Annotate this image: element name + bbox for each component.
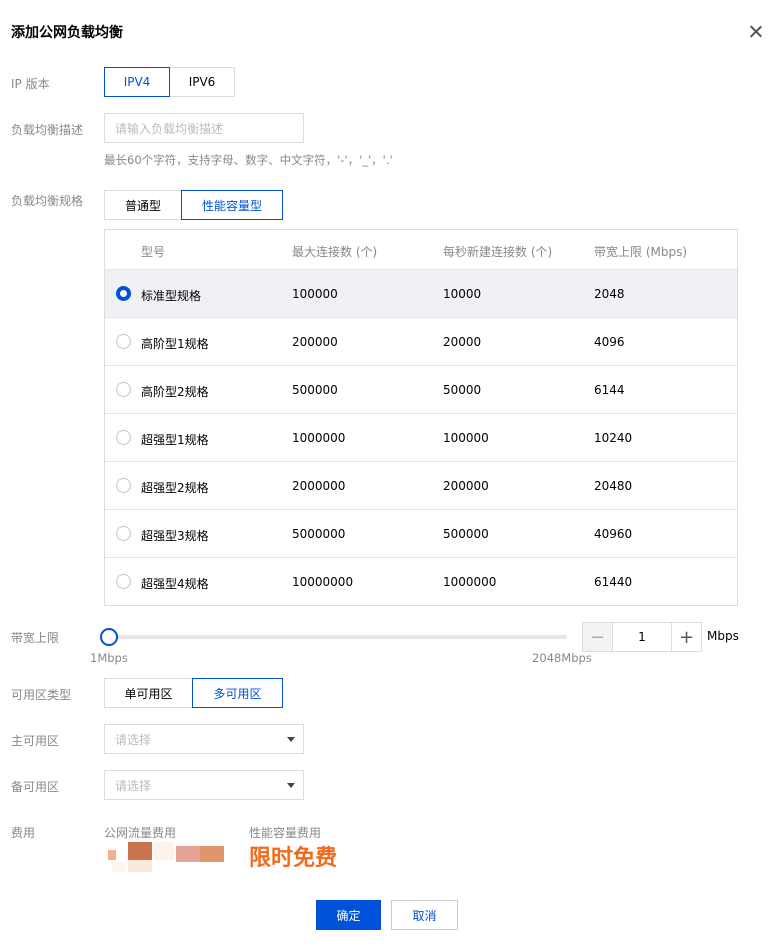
confirm-button[interactable]: 确定 [316, 900, 381, 930]
row-max-conn: 2000000 [292, 479, 346, 493]
row-model: 超强型3规格 [141, 529, 209, 543]
table-row[interactable]: 超强型4规格 10000000 1000000 61440 [105, 558, 737, 606]
row-max-conn: 5000000 [292, 527, 346, 541]
close-icon[interactable] [748, 24, 764, 40]
radio-button[interactable] [116, 478, 131, 493]
spec-label: 负载均衡规格 [11, 194, 84, 208]
bandwidth-max-label: 2048Mbps [532, 651, 592, 665]
row-bandwidth: 40960 [594, 527, 633, 541]
ip-version-ipv6-option[interactable]: IPV6 [169, 67, 235, 97]
row-new-conn: 10000 [443, 287, 482, 301]
description-hint: 最长60个字符，支持字母、数字、中文字符，'-'，'_'，'.' [104, 153, 393, 167]
table-row[interactable]: 超强型2规格 2000000 200000 20480 [105, 462, 737, 510]
row-bandwidth: 2048 [594, 287, 625, 301]
decrement-button[interactable]: − [583, 623, 613, 651]
row-max-conn: 500000 [292, 383, 338, 397]
spec-normal-option[interactable]: 普通型 [104, 190, 182, 220]
row-model: 标准型规格 [141, 289, 202, 303]
column-header-bandwidth: 带宽上限 (Mbps) [594, 245, 688, 259]
row-model: 超强型2规格 [141, 481, 209, 495]
row-bandwidth: 6144 [594, 383, 625, 397]
row-bandwidth: 20480 [594, 479, 633, 493]
backup-az-placeholder: 请选择 [115, 778, 152, 793]
table-row[interactable]: 标准型规格 100000 10000 2048 [105, 270, 737, 318]
row-max-conn: 100000 [292, 287, 338, 301]
description-input[interactable]: 请输入负载均衡描述 [104, 113, 304, 143]
row-model: 高阶型1规格 [141, 337, 209, 351]
column-header-model: 型号 [141, 245, 166, 259]
az-single-option[interactable]: 单可用区 [104, 678, 193, 708]
traffic-fee-label: 公网流量费用 [104, 826, 177, 840]
bandwidth-slider-handle[interactable] [100, 628, 118, 646]
radio-button[interactable] [116, 382, 131, 397]
radio-button[interactable] [116, 526, 131, 541]
primary-az-placeholder: 请选择 [115, 732, 152, 747]
az-type-selector: 单可用区 多可用区 [104, 678, 283, 708]
description-label: 负载均衡描述 [11, 123, 84, 137]
table-row[interactable]: 高阶型1规格 200000 20000 4096 [105, 318, 737, 366]
radio-button[interactable] [116, 430, 131, 445]
radio-button[interactable] [116, 334, 131, 349]
ip-version-selector: IPV4 IPV6 [104, 67, 235, 97]
az-type-label: 可用区类型 [11, 688, 72, 702]
redacted-price-image [104, 842, 226, 872]
ip-version-label: IP 版本 [11, 77, 50, 91]
bandwidth-value-input[interactable]: 1 [613, 623, 671, 651]
bandwidth-label: 带宽上限 [11, 631, 60, 645]
bandwidth-slider-track[interactable] [109, 635, 567, 639]
radio-button[interactable] [116, 286, 131, 301]
table-header: 型号 最大连接数 (个) 每秒新建连接数 (个) 带宽上限 (Mbps) [105, 230, 737, 270]
capacity-fee-value: 限时免费 [249, 846, 338, 871]
radio-button[interactable] [116, 574, 131, 589]
bandwidth-unit: Mbps [707, 629, 739, 643]
spec-type-selector: 普通型 性能容量型 [104, 190, 283, 220]
spec-table: 型号 最大连接数 (个) 每秒新建连接数 (个) 带宽上限 (Mbps) 标准型… [104, 229, 738, 606]
column-header-max-conn: 最大连接数 (个) [292, 245, 378, 259]
table-row[interactable]: 超强型1规格 1000000 100000 10240 [105, 414, 737, 462]
bandwidth-min-label: 1Mbps [90, 651, 128, 665]
row-new-conn: 500000 [443, 527, 489, 541]
primary-az-label: 主可用区 [11, 734, 60, 748]
capacity-fee-label: 性能容量费用 [249, 826, 322, 840]
chevron-down-icon [287, 737, 295, 742]
row-new-conn: 20000 [443, 335, 482, 349]
row-new-conn: 50000 [443, 383, 482, 397]
row-bandwidth: 10240 [594, 431, 633, 445]
dialog-title: 添加公网负载均衡 [11, 25, 123, 41]
row-model: 超强型1规格 [141, 433, 209, 447]
row-max-conn: 200000 [292, 335, 338, 349]
backup-az-select[interactable]: 请选择 [104, 770, 304, 800]
row-max-conn: 1000000 [292, 431, 346, 445]
ip-version-ipv4-option[interactable]: IPV4 [104, 67, 170, 97]
row-model: 高阶型2规格 [141, 385, 209, 399]
increment-button[interactable]: + [671, 623, 701, 651]
az-multi-option[interactable]: 多可用区 [192, 678, 283, 708]
row-new-conn: 1000000 [443, 575, 497, 589]
cancel-button[interactable]: 取消 [391, 900, 458, 930]
fee-label: 费用 [11, 826, 36, 840]
row-new-conn: 100000 [443, 431, 489, 445]
row-new-conn: 200000 [443, 479, 489, 493]
spec-performance-option[interactable]: 性能容量型 [181, 190, 283, 220]
row-model: 超强型4规格 [141, 577, 209, 591]
row-bandwidth: 61440 [594, 575, 633, 589]
backup-az-label: 备可用区 [11, 780, 60, 794]
row-max-conn: 10000000 [292, 575, 354, 589]
table-row[interactable]: 超强型3规格 5000000 500000 40960 [105, 510, 737, 558]
primary-az-select[interactable]: 请选择 [104, 724, 304, 754]
bandwidth-stepper: − 1 + [582, 622, 702, 652]
column-header-new-conn: 每秒新建连接数 (个) [443, 245, 553, 259]
row-bandwidth: 4096 [594, 335, 625, 349]
table-row[interactable]: 高阶型2规格 500000 50000 6144 [105, 366, 737, 414]
chevron-down-icon [287, 783, 295, 788]
